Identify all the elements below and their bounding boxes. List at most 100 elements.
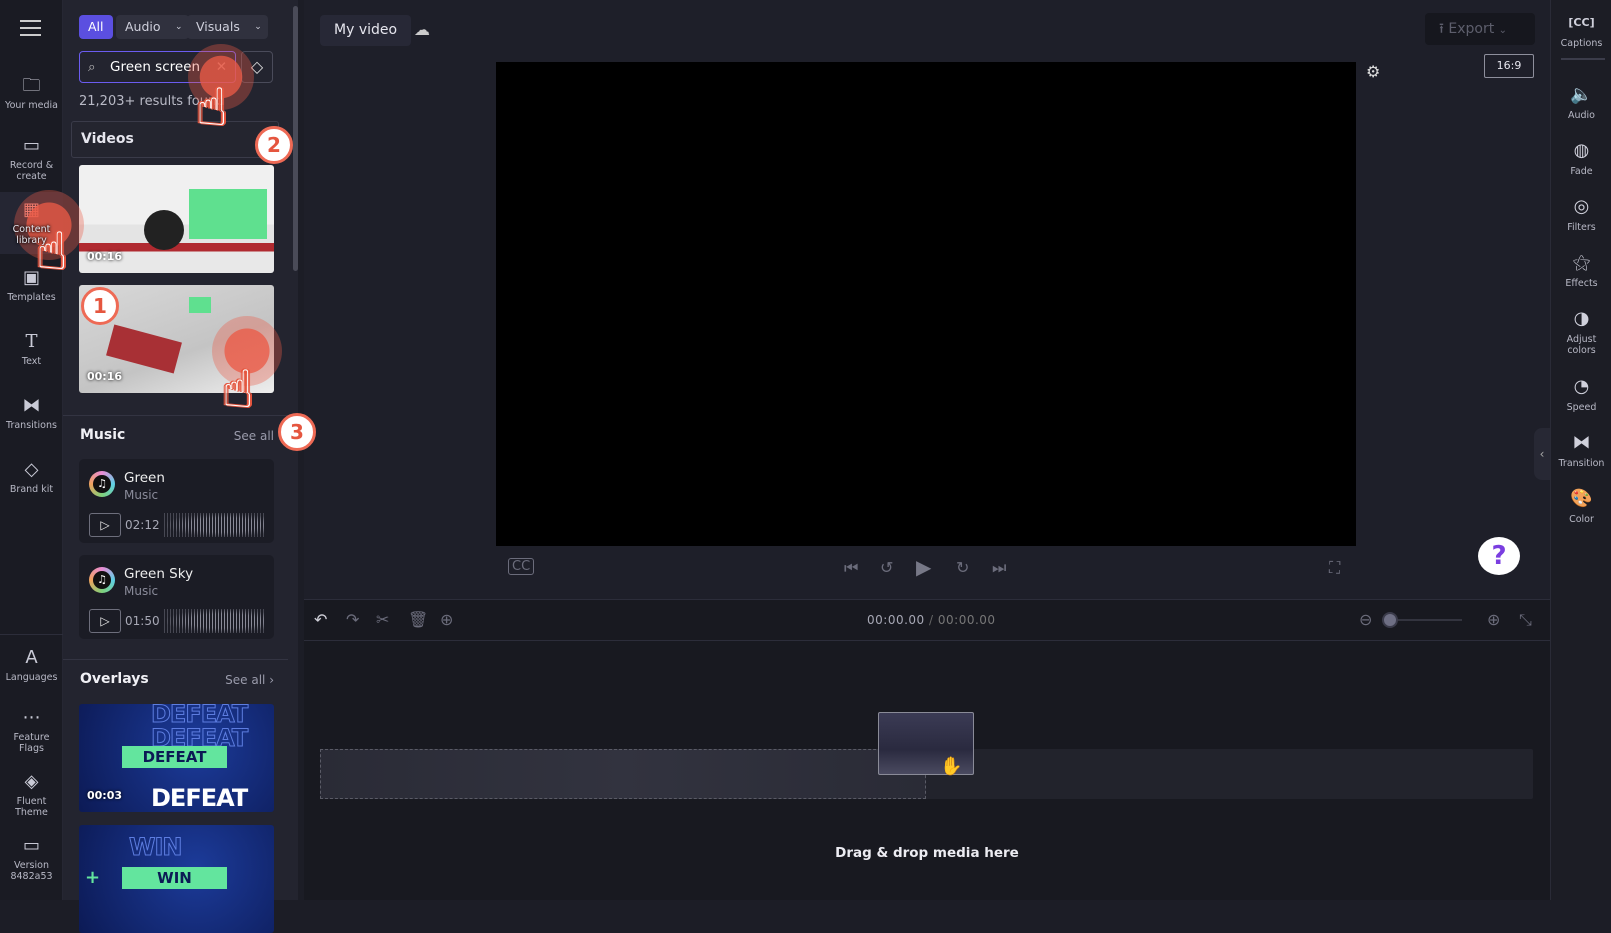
undo-icon[interactable]: ↶ [314, 610, 327, 629]
video-thumbnail[interactable]: 00:16 [79, 165, 274, 273]
fullscreen-icon[interactable]: ⛶ [1329, 558, 1340, 578]
overlay-bg-text: DEFEAT [151, 784, 248, 812]
forward-5-icon[interactable]: ↻ [956, 558, 969, 577]
time-current: 00:00.00 [867, 613, 925, 627]
skip-back-icon[interactable]: ⏮ [844, 558, 858, 578]
nav-brand-kit[interactable]: ◇ Brand kit [0, 460, 63, 496]
filter-audio-label: Audio [125, 19, 161, 34]
nav-version: ▭ Version 8482a53 [0, 836, 63, 883]
nav-languages[interactable]: A Languages [0, 648, 63, 684]
tool-effects[interactable]: ⚝ Effects [1551, 252, 1611, 289]
timeline: ↶ ↷ ✂ 🗑 ⊕ 00:00.00 / 00:00.00 ⊖ ⊕ ⤡ ✋ Dr… [304, 599, 1550, 900]
nav-label: Content library [12, 224, 51, 246]
nav-fluent-theme[interactable]: ◈ Fluent Theme [0, 772, 63, 819]
add-to-timeline-icon[interactable]: ⊕ [440, 610, 453, 629]
chevron-right-icon: › [269, 673, 274, 687]
video-duration: 00:16 [87, 370, 123, 383]
music-item[interactable]: Green Music ▷ 02:12 [79, 459, 274, 543]
play-icon[interactable]: ▶ [916, 555, 931, 579]
palette-icon: 🎨 [1570, 488, 1593, 509]
chevron-down-icon: ⌄ [254, 22, 262, 32]
project-title[interactable]: My video [320, 15, 412, 46]
tool-filters[interactable]: ◎ Filters [1551, 196, 1611, 233]
tool-speed[interactable]: ◔ Speed [1551, 376, 1611, 413]
nav-label: Feature Flags [13, 732, 50, 754]
tool-color[interactable]: 🎨 Color [1551, 488, 1611, 525]
overlay-bg-text: WIN [129, 833, 183, 862]
rewind-5-icon[interactable]: ↺ [880, 558, 893, 577]
nav-transitions[interactable]: ⧓ Transitions [0, 396, 63, 432]
tool-label: Audio [1567, 110, 1595, 121]
speedometer-icon: ◔ [1573, 376, 1590, 397]
overlay-tag: WIN [122, 867, 227, 889]
camera-icon: ▭ [22, 135, 40, 156]
filters-icon: ◎ [1573, 196, 1590, 217]
green-screen [189, 189, 267, 239]
folder-icon: 🗀 [22, 75, 41, 96]
video-duration: 00:16 [87, 250, 123, 263]
cloud-saved-icon: ☁ [414, 20, 430, 39]
nav-feature-flags[interactable]: ⋯ Feature Flags [0, 708, 63, 755]
step-badge: 3 [278, 413, 316, 451]
tool-label: Filters [1567, 222, 1596, 233]
videos-header: Videos [71, 121, 279, 158]
nav-record-create[interactable]: ▭ Record & create [0, 135, 63, 183]
filter-visuals[interactable]: Visuals ⌄ [187, 15, 268, 39]
preview-settings-icon[interactable]: ⚙ [1366, 62, 1380, 81]
play-button[interactable]: ▷ [89, 513, 121, 537]
overlay-thumbnail[interactable]: DEFEAT DEFEAT DEFEAT DEFEAT 00:03 [79, 704, 274, 812]
music-duration: 02:12 [125, 518, 160, 532]
overlay-duration: 00:03 [87, 789, 123, 802]
nav-label: Text [21, 356, 42, 367]
grab-hand-icon: ✋ [940, 756, 963, 777]
tool-label: Fade [1570, 166, 1593, 177]
fit-timeline-icon[interactable]: ⤡ [1519, 610, 1532, 630]
divider [304, 640, 1550, 641]
export-button[interactable]: ⭱ Export ⌄ [1425, 13, 1535, 45]
timecode: 00:00.00 / 00:00.00 [867, 613, 996, 627]
tool-transition[interactable]: ⧓ Transition [1551, 432, 1611, 469]
play-button[interactable]: ▷ [89, 609, 121, 633]
captions-icon: [CC] [1568, 16, 1595, 29]
trash-icon[interactable]: 🗑 [408, 610, 428, 629]
nav-label: Languages [5, 672, 58, 683]
filter-all[interactable]: All [79, 15, 113, 39]
tool-audio[interactable]: 🔈 Audio [1551, 84, 1611, 121]
auto-captions-icon[interactable]: CC [508, 558, 535, 575]
music-duration: 01:50 [125, 614, 160, 628]
help-button[interactable]: ? [1478, 537, 1520, 575]
filter-visuals-label: Visuals [196, 19, 240, 34]
nav-text[interactable]: T Text [0, 332, 63, 368]
tool-adjust-colors[interactable]: ◑ Adjust colors [1551, 308, 1611, 356]
video-preview[interactable] [496, 62, 1356, 546]
nav-your-media[interactable]: 🗀 Your media [0, 75, 63, 112]
search-value: Green screen [110, 59, 201, 75]
skip-forward-icon[interactable]: ⏭ [992, 558, 1006, 578]
divider [1561, 58, 1605, 60]
play-icon: ▷ [100, 614, 110, 628]
tool-fade[interactable]: ◍ Fade [1551, 140, 1611, 177]
chevron-down-icon: ⌄ [1498, 25, 1508, 36]
nav-label: Fluent Theme [15, 796, 48, 818]
time-sep: / [929, 613, 934, 627]
filter-audio[interactable]: Audio ⌄ [116, 15, 189, 39]
tool-label: Effects [1565, 278, 1598, 289]
chevron-left-icon: ‹ [1539, 447, 1545, 461]
scissors-icon[interactable]: ✂ [376, 610, 389, 629]
zoom-out-icon[interactable]: ⊖ [1359, 610, 1372, 629]
aspect-ratio-button[interactable]: 16:9 [1484, 54, 1534, 78]
zoom-in-icon[interactable]: ⊕ [1487, 610, 1500, 629]
music-see-all[interactable]: See all [234, 429, 274, 443]
zoom-slider-thumb[interactable] [1382, 612, 1398, 628]
music-name: Green Sky [124, 566, 194, 582]
music-type: Music [124, 584, 159, 598]
menu-icon[interactable] [20, 20, 41, 36]
tool-label: Captions [1560, 38, 1603, 49]
overlays-see-all[interactable]: See all › [225, 673, 274, 687]
chevron-down-icon: ⌄ [174, 22, 183, 32]
tool-captions[interactable]: [CC] Captions [1551, 12, 1611, 49]
redo-icon[interactable]: ↷ [346, 610, 359, 629]
collapse-right-panel[interactable]: ‹ [1534, 428, 1550, 480]
music-item[interactable]: Green Sky Music ▷ 01:50 [79, 555, 274, 639]
overlay-thumbnail[interactable]: WIN WIN + [79, 825, 274, 933]
